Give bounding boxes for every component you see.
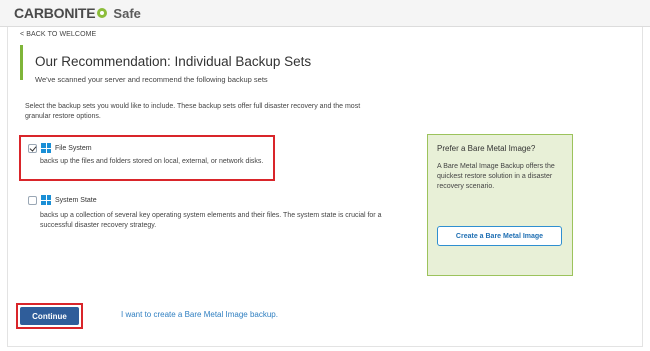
sidebar-title: Prefer a Bare Metal Image?: [437, 144, 536, 153]
file-system-checkbox[interactable]: [28, 143, 37, 153]
option-description: backs up the files and folders stored on…: [40, 158, 264, 165]
carbonite-logo: CARBONITE Safe: [14, 5, 141, 21]
option-label: File System: [55, 144, 92, 152]
brand-name: CARBONITE: [14, 5, 96, 21]
option-system-state[interactable]: System State: [28, 195, 97, 205]
page-header: Our Recommendation: Individual Backup Se…: [20, 45, 320, 84]
create-bare-metal-image-button[interactable]: Create a Bare Metal Image: [437, 226, 562, 246]
back-to-welcome-link[interactable]: < BACK TO WELCOME: [20, 31, 96, 38]
option-description: backs up a collection of several key ope…: [40, 212, 382, 229]
intro-text: Select the backup sets you would like to…: [25, 103, 361, 120]
option-file-system[interactable]: File System: [28, 143, 92, 153]
windows-icon: [41, 143, 51, 153]
highlight-continue: Continue: [16, 303, 83, 329]
carbonite-dot-icon: [97, 8, 108, 18]
sidebar-text: A Bare Metal Image Backup offers the qui…: [437, 163, 555, 190]
bare-metal-backup-link[interactable]: I want to create a Bare Metal Image back…: [121, 310, 278, 319]
windows-icon: [41, 195, 51, 205]
page-title: Our Recommendation: Individual Backup Se…: [35, 54, 312, 69]
continue-button[interactable]: Continue: [20, 307, 79, 325]
system-state-checkbox[interactable]: [28, 195, 37, 205]
page-subtitle: We've scanned your server and recommend …: [35, 75, 268, 84]
bare-metal-sidebar: Prefer a Bare Metal Image? A Bare Metal …: [427, 134, 573, 276]
option-label: System State: [55, 196, 97, 204]
product-name: Safe: [113, 5, 141, 21]
top-bar: CARBONITE Safe: [0, 0, 650, 27]
